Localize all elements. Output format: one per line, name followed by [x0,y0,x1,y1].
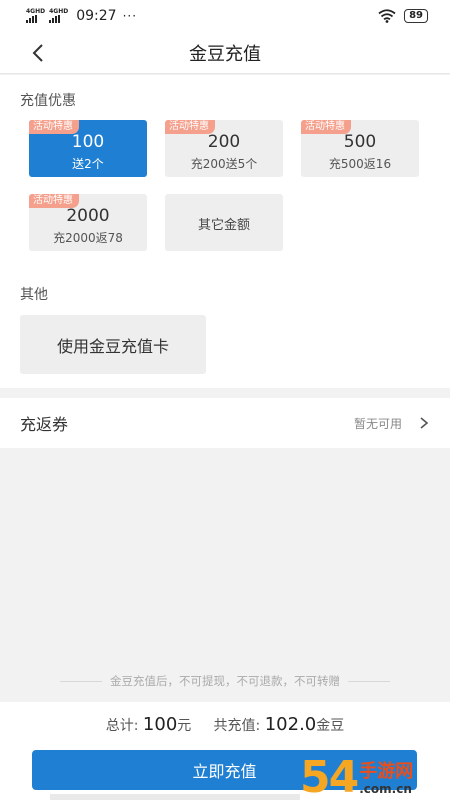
option-amount: 100 [71,132,105,152]
use-card-button[interactable]: 使用金豆充值卡 [20,315,206,374]
status-time: 09:27 [76,8,117,24]
status-bar: 4GHD 4GHD 09:27 ··· 89 [0,0,450,32]
option-amount: 2000 [66,206,110,226]
option-bonus: 送2个 [72,157,104,171]
option-bonus: 充2000返78 [53,231,123,245]
page-title: 金豆充值 [189,43,261,65]
coupon-row[interactable]: 充返券 暂无可用 [0,398,450,448]
recharge-panel: 充值优惠 活动特惠 100 送2个 活动特惠 200 充200送5个 活动特惠 … [0,75,450,388]
bottom-strip [50,794,300,800]
totals: 总计: 100元 共充值: 102.0金豆 [0,714,450,735]
other-section-label: 其他 [20,287,48,303]
other-amount-label: 其它金额 [197,218,250,233]
other-amount-option[interactable]: 其它金额 [165,194,283,251]
watermark-number: 54 [300,752,359,800]
charge-label: 共充值: [213,718,261,734]
total-unit: 元 [177,718,192,734]
watermark-cn: 手游网 [359,761,414,782]
amount-option-2000[interactable]: 活动特惠 2000 充2000返78 [29,194,147,251]
amount-option-200[interactable]: 活动特惠 200 充200送5个 [165,120,283,177]
chevron-right-icon [420,417,429,429]
option-bonus: 充500返16 [328,157,392,171]
watermark-logo: 54 手游网 .com.cn [300,742,450,800]
divider [348,680,390,682]
signal-icon: 4GHD [26,9,45,23]
charge-unit: 金豆 [316,718,345,734]
nav-bar: 金豆充值 [0,32,450,74]
notice-text: 金豆充值后，不可提现，不可退款，不可转赠 [110,674,340,688]
notice: 金豆充值后，不可提现，不可退款，不可转赠 [0,672,450,690]
watermark-en: .com.cn [359,782,412,796]
wifi-icon [378,9,396,23]
total-label: 总计: [105,718,139,734]
back-arrow-icon[interactable] [24,38,54,68]
battery-icon: 89 [404,9,428,23]
option-amount: 500 [343,132,377,152]
option-bonus: 充200送5个 [190,157,258,171]
total-value: 100 [142,714,178,735]
charge-value: 102.0 [264,714,317,735]
option-amount: 200 [207,132,241,152]
coupon-label: 充返券 [20,415,69,434]
divider [60,680,102,682]
amount-option-500[interactable]: 活动特惠 500 充500返16 [301,120,419,177]
coupon-status: 暂无可用 [353,416,402,431]
amount-option-100[interactable]: 活动特惠 100 送2个 [29,120,147,177]
signal-icon-2: 4GHD [49,9,68,23]
status-more-icon: ··· [122,9,138,23]
promo-section-label: 充值优惠 [20,93,76,109]
